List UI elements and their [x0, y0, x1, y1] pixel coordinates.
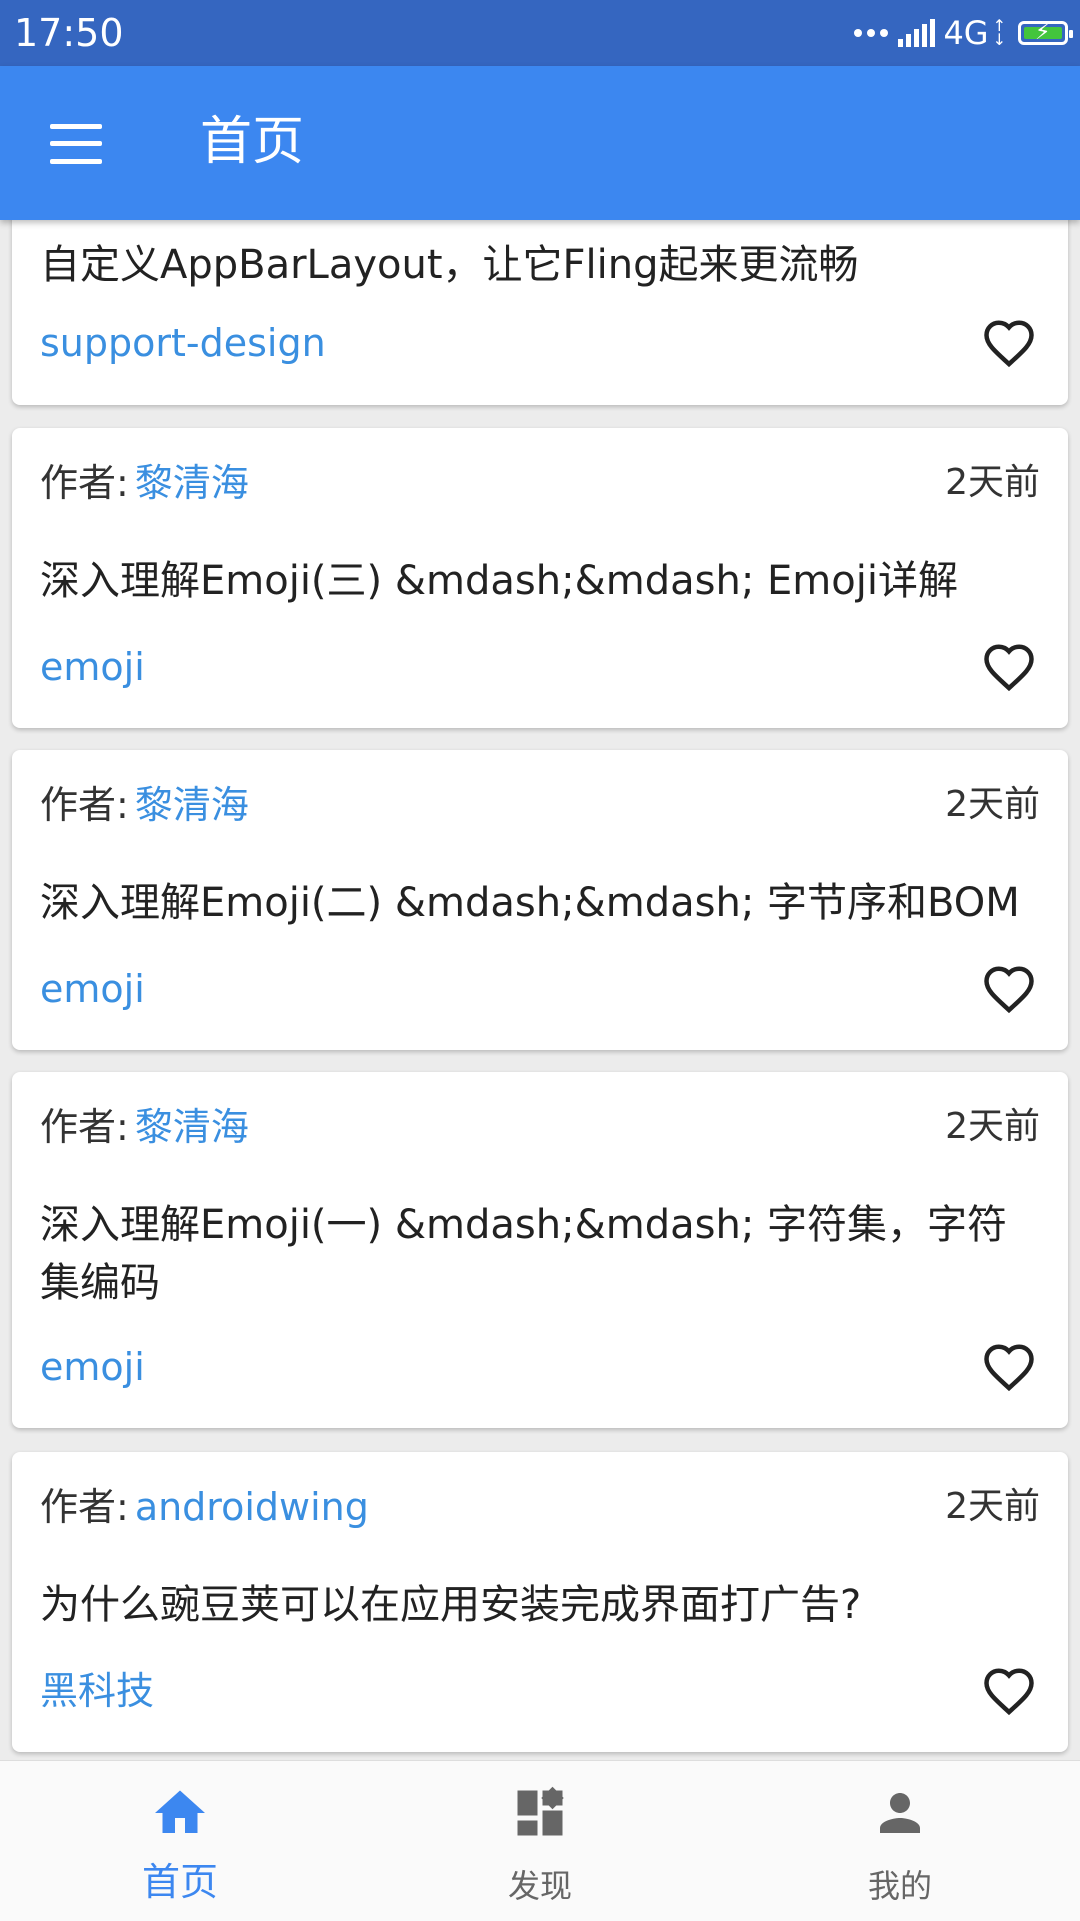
author-prefix: 作者: [40, 783, 129, 827]
author-prefix: 作者: [40, 1105, 129, 1149]
page-title: 首页 [200, 112, 305, 172]
author-name[interactable]: 黎清海 [135, 783, 249, 827]
status-bar: 17:50 4G ↑ ↓ ⚡ [0, 0, 1080, 66]
nav-item-mine[interactable]: 我的 [720, 1761, 1080, 1921]
network-type: 4G [943, 14, 989, 52]
battery-icon: ⚡ [1018, 20, 1073, 45]
author-line: 作者: androidwing [40, 1484, 369, 1530]
article-card[interactable]: 自定义AppBarLayout，让它Fling起来更流畅 support-des… [12, 220, 1068, 405]
post-time: 2天前 [945, 1486, 1040, 1527]
article-tag[interactable]: support-design [40, 320, 326, 366]
heart-icon[interactable] [980, 962, 1038, 1016]
heart-icon[interactable] [980, 316, 1038, 370]
article-tag[interactable]: 黑科技 [40, 1668, 154, 1714]
app-bar: 首页 [0, 66, 1080, 220]
heart-icon[interactable] [980, 1340, 1038, 1394]
post-time: 2天前 [945, 784, 1040, 825]
article-title[interactable]: 为什么豌豆荚可以在应用安装完成界面打广告? [40, 1576, 1040, 1634]
author-name[interactable]: androidwing [135, 1485, 369, 1529]
heart-icon[interactable] [980, 640, 1038, 694]
signal-icon [898, 19, 936, 47]
article-card[interactable]: 作者: 黎清海 2天前 深入理解Emoji(一) &mdash;&mdash; 字… [12, 1072, 1068, 1428]
article-title[interactable]: 深入理解Emoji(三) &mdash;&mdash; Emoji详解 [40, 552, 1040, 610]
post-time: 2天前 [945, 462, 1040, 503]
article-card[interactable]: 作者: 黎清海 2天前 深入理解Emoji(三) &mdash;&mdash; E… [12, 428, 1068, 728]
article-title[interactable]: 深入理解Emoji(二) &mdash;&mdash; 字节序和BOM [40, 874, 1040, 932]
nav-item-home[interactable]: 首页 [0, 1761, 360, 1921]
post-time: 2天前 [945, 1106, 1040, 1147]
person-icon [880, 1793, 920, 1833]
article-tag[interactable]: emoji [40, 644, 145, 690]
status-time: 17:50 [14, 11, 124, 55]
author-line: 作者: 黎清海 [40, 782, 249, 828]
article-tag[interactable]: emoji [40, 1344, 145, 1390]
menu-icon[interactable] [50, 124, 102, 164]
heart-icon[interactable] [980, 1664, 1038, 1718]
author-prefix: 作者: [40, 1485, 129, 1529]
data-activity-icon: ↑ ↓ [992, 16, 1006, 49]
author-name[interactable]: 黎清海 [135, 1105, 249, 1149]
article-title[interactable]: 深入理解Emoji(一) &mdash;&mdash; 字符集，字符集编码 [40, 1196, 1040, 1312]
nav-item-discover[interactable]: 发现 [360, 1761, 720, 1921]
author-name[interactable]: 黎清海 [135, 461, 249, 505]
article-tag[interactable]: emoji [40, 966, 145, 1012]
author-prefix: 作者: [40, 461, 129, 505]
status-indicators: 4G ↑ ↓ ⚡ [854, 12, 1073, 54]
more-dots-icon [854, 29, 889, 37]
article-card[interactable]: 作者: 黎清海 2天前 深入理解Emoji(二) &mdash;&mdash; 字… [12, 750, 1068, 1050]
nav-label: 发现 [507, 1867, 572, 1905]
author-line: 作者: 黎清海 [40, 460, 249, 506]
discover-icon [517, 1786, 564, 1836]
article-title[interactable]: 自定义AppBarLayout，让它Fling起来更流畅 [40, 236, 1040, 294]
bottom-navigation: 首页 发现 我的 [0, 1760, 1080, 1921]
nav-label: 我的 [867, 1867, 932, 1905]
article-card[interactable]: 作者: androidwing 2天前 为什么豌豆荚可以在应用安装完成界面打广告?… [12, 1452, 1068, 1752]
home-icon [155, 1790, 205, 1833]
author-line: 作者: 黎清海 [40, 1104, 249, 1150]
article-list[interactable]: 自定义AppBarLayout，让它Fling起来更流畅 support-des… [0, 220, 1080, 1760]
nav-label: 首页 [141, 1860, 218, 1904]
